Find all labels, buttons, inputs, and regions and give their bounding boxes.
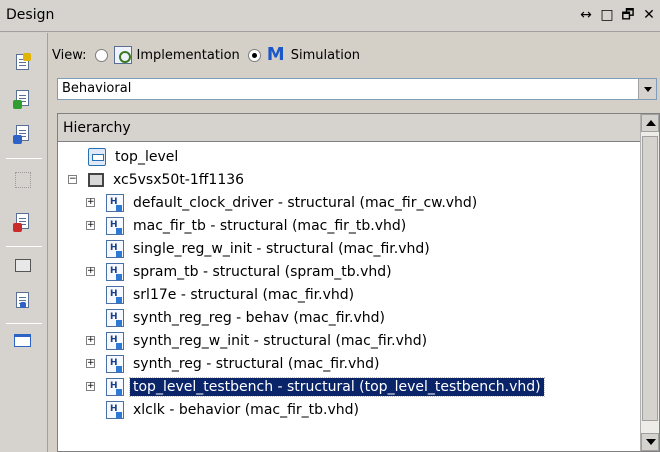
panel-icon[interactable] [13,331,33,351]
chip-icon [88,173,104,187]
scroll-up-icon[interactable] [641,114,659,132]
tree-item[interactable]: Hsrl17e - structural (mac_fir.vhd) [106,284,357,306]
remove-icon[interactable] [13,212,33,232]
tree-item-label: top_level_testbench - structural (top_le… [129,377,545,397]
collapse-icon[interactable]: − [68,175,77,184]
view-label: View: [52,47,87,63]
vhdl-file-icon: H [106,332,124,350]
expand-icon[interactable]: + [86,221,95,230]
tree-item[interactable]: Htop_level_testbench - structural (top_l… [106,376,545,398]
tree-item[interactable]: Hxlclk - behavior (mac_fir_tb.vhd) [106,399,362,421]
toolbar-divider [6,246,42,247]
vhdl-file-icon: H [106,263,124,281]
tree-item[interactable]: Hmac_fir_tb - structural (mac_fir_tb.vhd… [106,215,409,237]
panel-title: Design [6,7,55,23]
tree-item[interactable]: top_level [88,146,181,168]
vhdl-file-icon: H [106,309,124,327]
tree-item[interactable]: Hsynth_reg_reg - behav (mac_fir.vhd) [106,307,388,329]
dropdown-arrow-icon[interactable] [638,79,656,99]
tree-item-label: spram_tb - structural (spram_tb.vhd) [133,264,392,280]
restore-icon[interactable]: 🗗 [621,6,635,24]
sim-config-value: Behavioral [62,81,132,96]
expand-icon[interactable]: + [86,336,95,345]
simulation-icon: M [266,44,285,65]
tree-item-label: default_clock_driver - structural (mac_f… [133,195,478,211]
vhdl-file-icon: H [106,401,124,419]
edit-icon[interactable] [13,291,33,311]
tree-item[interactable]: Hspram_tb - structural (spram_tb.vhd) [106,261,395,283]
view-selector: View: Implementation M Simulation [52,44,360,66]
add-source-icon[interactable] [13,89,33,109]
expand-icon[interactable]: + [86,359,95,368]
scroll-thumb[interactable] [642,136,658,421]
expand-icon[interactable]: + [86,198,95,207]
vhdl-file-icon: H [106,286,124,304]
hierarchy-header[interactable]: Hierarchy [58,114,641,142]
sim-config-select[interactable]: Behavioral [57,78,657,100]
title-bar: Design ↔ □ 🗗 ✕ [0,0,660,32]
tree-item[interactable]: Hdefault_clock_driver - structural (mac_… [106,192,480,214]
simulation-label[interactable]: Simulation [291,48,360,63]
tree-item[interactable]: Hsynth_reg - structural (mac_fir.vhd) [106,353,382,375]
implementation-radio[interactable] [94,48,108,62]
expand-icon[interactable]: + [86,267,95,276]
hierarchy-header-label: Hierarchy [63,120,131,136]
close-icon[interactable]: ✕ [642,6,656,24]
tree-item-label: xlclk - behavior (mac_fir_tb.vhd) [133,402,360,418]
hierarchy-panel: Hierarchy top_level − xc5vsx50t-1ff1136 + Hd… [57,113,660,452]
new-source-icon[interactable] [13,53,33,73]
tree-item-label: synth_reg_reg - behav (mac_fir.vhd) [133,310,385,326]
left-toolbar [0,33,48,452]
vhdl-file-icon: H [106,240,124,258]
maximize-icon[interactable]: □ [600,6,614,24]
window-controls: ↔ □ 🗗 ✕ [579,6,656,24]
vhdl-file-icon: H [106,355,124,373]
simulation-radio[interactable] [247,48,261,62]
expand-icon[interactable]: + [86,382,95,391]
tree-item-label: synth_reg - structural (mac_fir.vhd) [133,356,380,372]
top-level-icon [88,148,106,166]
float-icon[interactable]: ↔ [579,6,593,24]
toolbar-divider [6,158,42,159]
tree-item-label: srl17e - structural (mac_fir.vhd) [133,287,355,303]
hierarchy-icon[interactable] [13,170,33,190]
tree-item-label: synth_reg_w_init - structural (mac_fir.v… [133,333,428,349]
tree-item-label: top_level [115,149,179,165]
tree-item-label: single_reg_w_init - structural (mac_fir.… [133,241,430,257]
add-copy-icon[interactable] [13,124,33,144]
vertical-scrollbar[interactable] [640,114,659,451]
tree-item-label: xc5vsx50t-1ff1136 [113,172,245,188]
vhdl-file-icon: H [106,194,124,212]
tree-item[interactable]: xc5vsx50t-1ff1136 [88,169,247,191]
vhdl-file-icon: H [106,217,124,235]
implementation-icon [113,46,132,64]
toolbar-divider [6,323,42,324]
tree-item-label: mac_fir_tb - structural (mac_fir_tb.vhd) [133,218,407,234]
tree-item[interactable]: Hsynth_reg_w_init - structural (mac_fir.… [106,330,430,352]
tree-item[interactable]: Hsingle_reg_w_init - structural (mac_fir… [106,238,433,260]
implementation-label[interactable]: Implementation [137,48,240,63]
scroll-down-icon[interactable] [641,433,659,451]
properties-icon[interactable] [13,256,33,276]
vhdl-file-icon: H [106,378,124,396]
hierarchy-tree: top_level − xc5vsx50t-1ff1136 + Hdefault_clo… [58,144,641,451]
